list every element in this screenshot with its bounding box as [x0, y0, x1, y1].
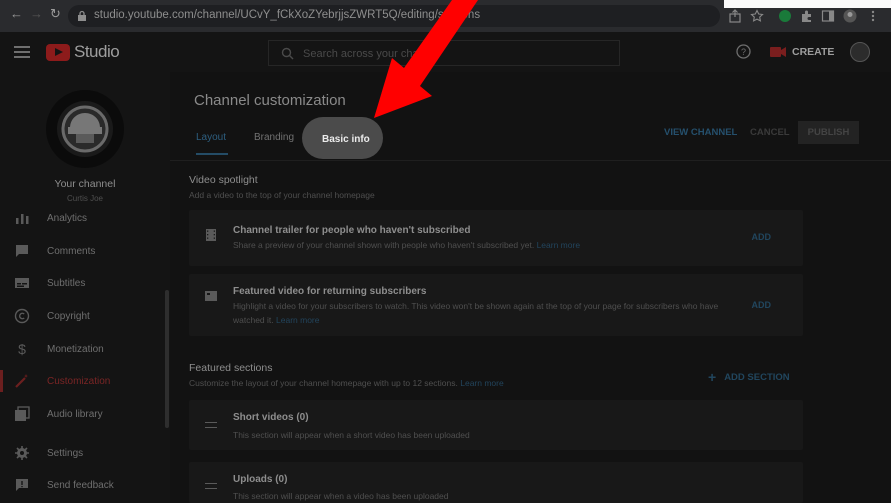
url-text: studio.youtube.com/channel/UCvY_fCkXoZYe… — [94, 9, 481, 21]
learn-more-link[interactable]: Learn more — [537, 240, 580, 250]
tab-branding[interactable]: Branding — [254, 132, 294, 143]
copyright-icon — [14, 308, 30, 324]
featured-video-card: Featured video for returning subscribers… — [189, 274, 803, 336]
brand-name: Studio — [74, 42, 120, 61]
cancel-button[interactable]: CANCEL — [750, 127, 790, 138]
help-icon[interactable]: ? — [736, 44, 751, 59]
sidebar-item-label: Subtitles — [47, 277, 86, 289]
section-uploads[interactable]: Uploads (0) This section will appear whe… — [189, 462, 803, 503]
svg-text:$: $ — [18, 341, 26, 357]
analytics-icon — [16, 214, 29, 224]
card-title: Channel trailer for people who haven't s… — [233, 225, 471, 236]
drag-handle-icon[interactable] — [205, 422, 217, 428]
film-icon — [206, 229, 216, 241]
sidebar-item-label: Analytics — [47, 212, 88, 224]
search-box[interactable] — [268, 40, 620, 66]
studio-topbar: Studio ? CREATE — [0, 32, 891, 72]
section-desc: This section will appear when a video ha… — [233, 491, 449, 501]
profile-icon[interactable] — [843, 9, 857, 23]
add-section-label: ADD SECTION — [724, 371, 790, 383]
sidebar-item-analytics[interactable]: Analytics — [0, 203, 165, 233]
menu-icon[interactable] — [14, 46, 30, 58]
section-short-videos[interactable]: Short videos (0) This section will appea… — [189, 400, 803, 450]
featured-video-icon — [205, 291, 217, 301]
sidebar-item-settings[interactable]: Settings — [0, 438, 165, 468]
sidebar-item-customization[interactable]: Customization — [0, 366, 165, 396]
dollar-icon: $ — [18, 341, 26, 357]
search-input[interactable] — [303, 45, 603, 62]
back-icon[interactable]: ← — [10, 6, 23, 21]
gear-icon — [15, 446, 29, 460]
extension-green-icon[interactable] — [778, 9, 792, 23]
youtube-logo-icon[interactable] — [46, 44, 70, 61]
sidebar-item-audio-library[interactable]: Audio library — [0, 399, 165, 429]
video-spotlight-title: Video spotlight — [189, 174, 258, 186]
learn-more-link[interactable]: Learn more — [460, 378, 503, 388]
sidebar-item-label: Audio library — [47, 408, 103, 420]
video-spotlight-desc: Add a video to the top of your channel h… — [189, 190, 375, 200]
channel-title: Your channel — [54, 178, 116, 190]
channel-trailer-card: Channel trailer for people who haven't s… — [189, 210, 803, 266]
view-channel-button[interactable]: VIEW CHANNEL — [664, 127, 737, 138]
lock-icon — [78, 10, 86, 21]
search-icon — [281, 47, 294, 60]
header-divider — [170, 160, 891, 161]
account-avatar[interactable] — [850, 42, 870, 62]
publish-button[interactable]: PUBLISH — [798, 121, 859, 144]
featured-sections-title: Featured sections — [189, 362, 273, 374]
tooltip-fragment — [724, 0, 891, 8]
sidebar-item-copyright[interactable]: Copyright — [0, 301, 165, 331]
card-desc: Share a preview of your channel shown wi… — [233, 238, 745, 252]
featured-sections-desc: Customize the layout of your channel hom… — [189, 378, 504, 388]
page-title: Channel customization — [194, 92, 346, 109]
svg-text:?: ? — [741, 47, 746, 57]
active-tab-indicator — [196, 153, 228, 155]
sidebar-item-subtitles[interactable]: Subtitles — [0, 268, 165, 298]
featured-sections-desc-text: Customize the layout of your channel hom… — [189, 378, 458, 388]
channel-subtitle: Curtis Joe — [66, 194, 103, 203]
magic-wand-icon — [15, 374, 28, 388]
sidebar-item-monetization[interactable]: $ Monetization — [0, 334, 165, 364]
card-desc-text: Share a preview of your channel shown wi… — [233, 240, 535, 250]
reload-icon[interactable]: ↻ — [50, 6, 61, 22]
forward-icon[interactable]: → — [30, 6, 43, 21]
card-title: Featured video for returning subscribers — [233, 286, 427, 297]
tab-layout[interactable]: Layout — [196, 132, 226, 143]
comments-icon — [16, 245, 28, 257]
sidebar-item-label: Comments — [47, 245, 96, 257]
tab-basic-info[interactable]: Basic info — [322, 134, 370, 145]
section-desc: This section will appear when a short vi… — [233, 430, 470, 440]
channel-logo-icon — [57, 101, 113, 157]
add-featured-video-button[interactable]: ADD — [752, 300, 772, 310]
add-trailer-button[interactable]: ADD — [752, 232, 772, 242]
audio-library-icon — [15, 406, 30, 421]
feedback-icon — [16, 479, 28, 491]
section-title: Uploads (0) — [233, 474, 288, 485]
more-vert-icon[interactable] — [866, 9, 880, 23]
add-section-button[interactable]: + ADD SECTION — [708, 369, 790, 385]
star-icon[interactable] — [750, 9, 764, 23]
create-label: CREATE — [792, 46, 835, 58]
subtitles-icon — [15, 278, 29, 288]
sidebar-scrollbar[interactable] — [165, 290, 169, 428]
card-desc: Highlight a video for your subscribers t… — [233, 299, 745, 327]
sidebar-item-label: Customization — [47, 375, 111, 387]
plus-icon: + — [708, 369, 717, 385]
sidebar-item-send-feedback[interactable]: Send feedback — [0, 470, 165, 500]
sidebar-item-label: Monetization — [47, 343, 104, 355]
sidebar-item-label: Send feedback — [47, 479, 114, 491]
video-camera-icon — [770, 47, 786, 57]
address-bar[interactable]: studio.youtube.com/channel/UCvY_fCkXoZYe… — [68, 5, 720, 27]
channel-avatar[interactable] — [46, 90, 124, 168]
learn-more-link[interactable]: Learn more — [276, 315, 319, 325]
side-panel-icon[interactable] — [821, 9, 835, 23]
share-icon[interactable] — [728, 9, 742, 23]
sidebar-item-label: Settings — [47, 447, 84, 459]
sidebar-item-label: Copyright — [47, 310, 90, 322]
drag-handle-icon[interactable] — [205, 483, 217, 489]
sidebar-item-comments[interactable]: Comments — [0, 236, 165, 266]
section-title: Short videos (0) — [233, 412, 309, 423]
extensions-puzzle-icon[interactable] — [800, 9, 814, 23]
create-button[interactable]: CREATE — [770, 42, 834, 62]
